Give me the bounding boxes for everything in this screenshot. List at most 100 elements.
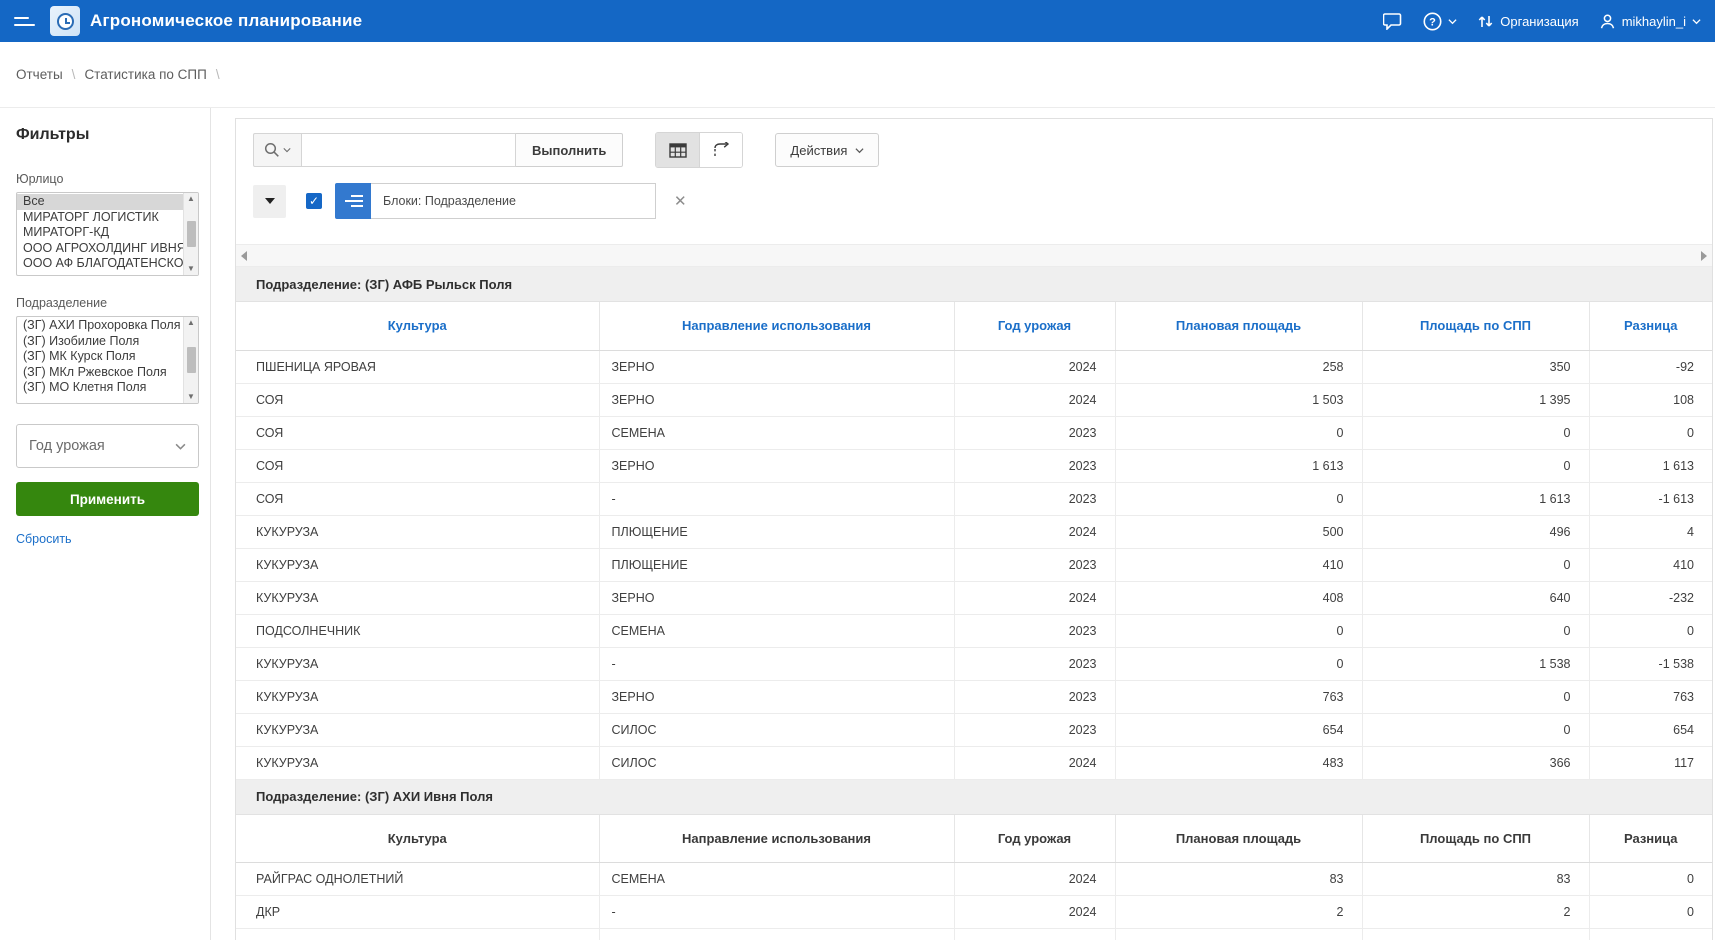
table-cell: КУКУРУЗА xyxy=(236,515,599,548)
column-header[interactable]: Год урожая xyxy=(954,302,1115,350)
run-button[interactable]: Выполнить xyxy=(516,133,623,167)
break-checkbox[interactable]: ✓ xyxy=(306,193,322,209)
table-grid-icon xyxy=(669,143,687,158)
table-cell: 0 xyxy=(1362,449,1589,482)
table-row: КУКУРУЗАЗЕРНО20237630763 xyxy=(236,680,1712,713)
podrazdelenie-label: Подразделение xyxy=(16,296,198,310)
table-cell: 483 xyxy=(1115,746,1362,779)
break-dropdown-button[interactable] xyxy=(253,185,286,218)
table-cell: 0 xyxy=(1115,647,1362,680)
table-cell: КУКУРУЗА xyxy=(236,746,599,779)
scroll-right-icon[interactable] xyxy=(1701,251,1707,261)
table-row: ДКР-2024220 xyxy=(236,896,1712,929)
listbox-scrollbar[interactable]: ▲ ▼ xyxy=(183,317,198,403)
column-header: Площадь по СПП xyxy=(1362,815,1589,863)
breadcrumb-item[interactable]: Отчеты xyxy=(16,67,63,82)
grid-view-button[interactable] xyxy=(656,133,699,167)
table-row: СОЯЗЕРНО20241 5031 395108 xyxy=(236,383,1712,416)
list-option[interactable]: (ЗГ) МКл Ржевское Поля xyxy=(17,365,183,381)
app-logo xyxy=(50,6,80,36)
actions-button[interactable]: Действия xyxy=(775,133,879,167)
app-title: Агрономическое планирование xyxy=(90,11,362,31)
year-select[interactable]: Год урожая xyxy=(16,424,199,468)
table-row: СОЯ-202301 613-1 613 xyxy=(236,482,1712,515)
filters-title: Фильтры xyxy=(16,126,198,144)
column-header: Направление использования xyxy=(599,815,954,863)
table-cell: ЗЕРНО xyxy=(599,350,954,383)
table-cell: 0 xyxy=(1362,713,1589,746)
list-option[interactable]: МИРАТОРГ ЛОГИСТИК xyxy=(17,210,183,226)
search-icon xyxy=(264,142,280,158)
yurlitso-label: Юрлицо xyxy=(16,172,198,186)
table-cell: 108 xyxy=(1589,383,1712,416)
reset-link[interactable]: Сбросить xyxy=(16,532,72,546)
list-option[interactable]: ООО АФ БЛАГОДАТЕНСКОЕ xyxy=(17,256,183,272)
horizontal-scrollbar[interactable] xyxy=(236,244,1712,267)
organization-switcher[interactable]: Организация xyxy=(1477,13,1578,30)
scroll-down-icon[interactable]: ▼ xyxy=(187,392,195,402)
table-cell: ПЛЮЩЕНИЕ xyxy=(599,515,954,548)
table-cell: 350 xyxy=(1362,350,1589,383)
table-cell: 0 xyxy=(1362,614,1589,647)
table-cell: - xyxy=(599,647,954,680)
table-cell: 2023 xyxy=(954,647,1115,680)
yurlitso-listbox[interactable]: ВсеМИРАТОРГ ЛОГИСТИКМИРАТОРГ-КДООО АГРОХ… xyxy=(16,192,199,276)
close-icon[interactable]: ✕ xyxy=(674,192,687,210)
column-header: Год урожая xyxy=(954,815,1115,863)
scroll-up-icon[interactable]: ▲ xyxy=(187,318,195,328)
header-row: КультураНаправление использованияГод уро… xyxy=(236,302,1712,350)
list-option[interactable]: (ЗГ) АХИ Прохоровка Поля xyxy=(17,318,183,334)
table-row: ЛЮЦЕРНАСЕМЕНА20240197-197 xyxy=(236,929,1712,940)
table-cell: 1 538 xyxy=(1362,647,1589,680)
column-header[interactable]: Направление использования xyxy=(599,302,954,350)
chat-icon xyxy=(1383,12,1403,30)
list-option[interactable]: (ЗГ) МО Клетня Поля xyxy=(17,380,183,396)
year-select-value: Год урожая xyxy=(29,438,105,454)
column-header: Разница xyxy=(1589,815,1712,863)
column-header[interactable]: Разница xyxy=(1589,302,1712,350)
scroll-down-icon[interactable]: ▼ xyxy=(187,264,195,274)
column-header[interactable]: Культура xyxy=(236,302,599,350)
control-break-icon[interactable] xyxy=(335,183,371,219)
breadcrumb-item[interactable]: Статистика по СПП xyxy=(84,67,206,82)
table-cell: ПОДСОЛНЕЧНИК xyxy=(236,614,599,647)
table-row: ПОДСОЛНЕЧНИКСЕМЕНА2023000 xyxy=(236,614,1712,647)
table-cell: 2024 xyxy=(954,515,1115,548)
list-option[interactable]: (ЗГ) МК Курск Поля xyxy=(17,349,183,365)
caret-down-icon xyxy=(265,198,275,204)
table-cell: 410 xyxy=(1115,548,1362,581)
help-menu[interactable]: ? xyxy=(1423,12,1457,31)
chevron-down-icon xyxy=(283,146,291,154)
table-cell: 2 xyxy=(1115,896,1362,929)
list-option[interactable]: (ЗГ) Изобилие Поля xyxy=(17,334,183,350)
listbox-scrollbar[interactable]: ▲ ▼ xyxy=(183,193,198,275)
table-cell: 1 613 xyxy=(1115,449,1362,482)
table-cell: СОЯ xyxy=(236,416,599,449)
chat-button[interactable] xyxy=(1383,12,1403,30)
search-options-button[interactable] xyxy=(253,133,301,167)
user-menu[interactable]: mikhaylin_i xyxy=(1599,13,1701,30)
report-table: КультураНаправление использованияГод уро… xyxy=(236,815,1712,940)
search-input[interactable] xyxy=(301,133,516,167)
table-cell: 2023 xyxy=(954,548,1115,581)
menu-icon[interactable] xyxy=(14,12,38,30)
scroll-thumb[interactable] xyxy=(187,221,196,247)
table-row: РАЙГРАС ОДНОЛЕТНИЙСЕМЕНА202483830 xyxy=(236,863,1712,896)
column-header[interactable]: Плановая площадь xyxy=(1115,302,1362,350)
list-option[interactable]: Все xyxy=(17,194,183,210)
table-cell: 500 xyxy=(1115,515,1362,548)
table-cell: 0 xyxy=(1589,863,1712,896)
list-option[interactable]: МИРАТОРГ-КД xyxy=(17,225,183,241)
flashback-view-button[interactable] xyxy=(699,133,742,167)
apply-button[interactable]: Применить xyxy=(16,482,199,516)
break-chip[interactable]: Блоки: Подразделение xyxy=(371,183,656,219)
table-cell: 2023 xyxy=(954,416,1115,449)
scroll-thumb[interactable] xyxy=(187,347,196,373)
scroll-left-icon[interactable] xyxy=(241,251,247,261)
list-option[interactable]: ООО АГРОХОЛДИНГ ИВНЯНСКИ xyxy=(17,241,183,257)
table-cell: СИЛОС xyxy=(599,746,954,779)
podrazdelenie-listbox[interactable]: (ЗГ) АХИ Прохоровка Поля(ЗГ) Изобилие По… xyxy=(16,316,199,404)
column-header[interactable]: Площадь по СПП xyxy=(1362,302,1589,350)
scroll-up-icon[interactable]: ▲ xyxy=(187,194,195,204)
table-cell: 83 xyxy=(1115,863,1362,896)
